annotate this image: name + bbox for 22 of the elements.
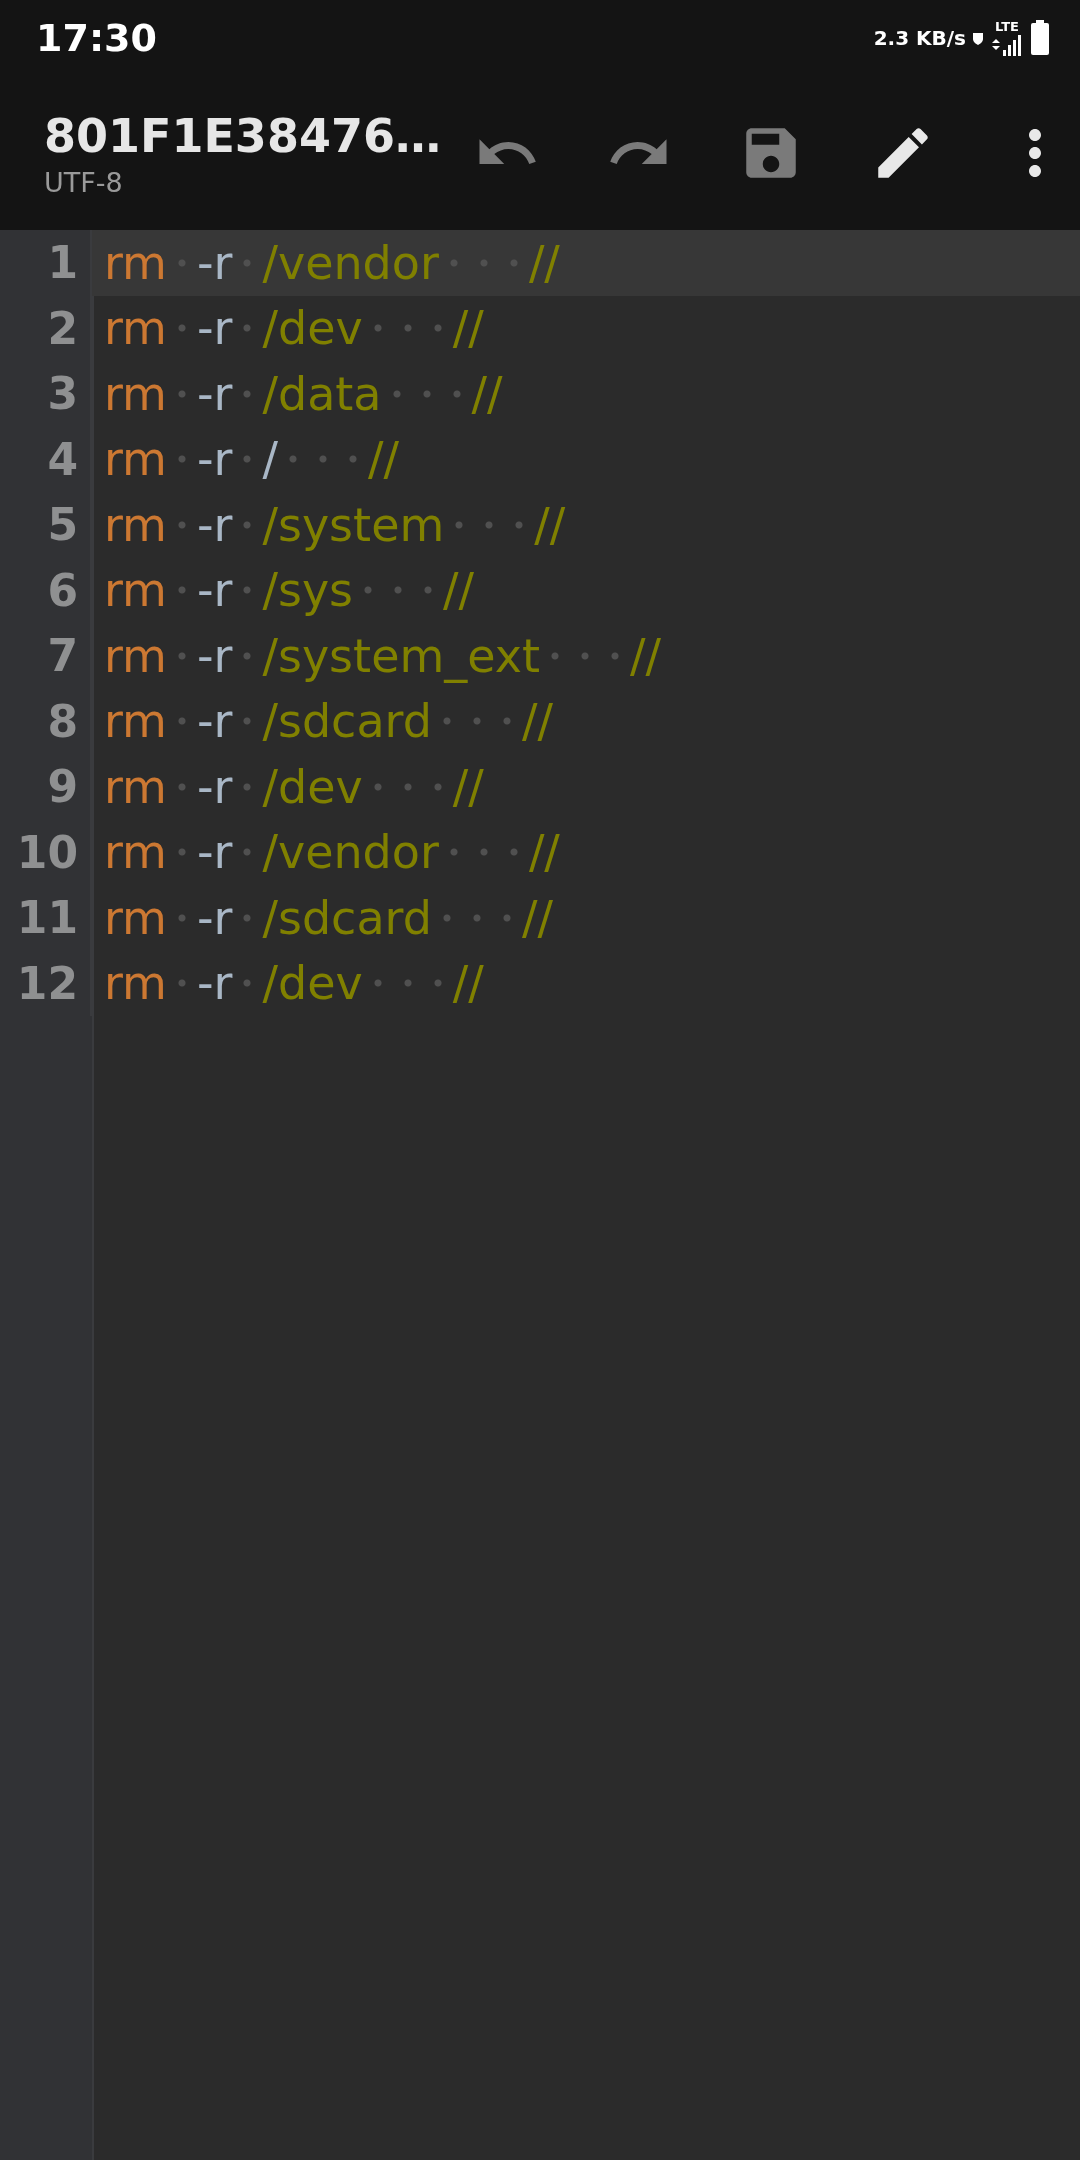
- encoding-label: UTF-8: [44, 166, 124, 198]
- code-line: rm -r / //: [104, 432, 399, 487]
- shield-icon: [972, 31, 984, 45]
- code-line: rm -r /vendor //: [104, 235, 560, 290]
- code-line: rm -r /sys //: [104, 563, 475, 618]
- code-line: rm -r /dev //: [104, 301, 484, 356]
- more-icon: [1027, 129, 1042, 177]
- code-line: rm -r /sdcard //: [104, 694, 553, 749]
- code-line: rm -r /system //: [104, 497, 566, 552]
- signal-icon: [990, 34, 1024, 56]
- code-line: rm -r /data //: [104, 366, 503, 421]
- file-title: 801F1E38476…: [44, 108, 441, 163]
- status-time: 17:30: [36, 16, 158, 60]
- code-line: rm -r /dev //: [104, 759, 484, 814]
- code-line: rm -r /vendor //: [104, 825, 560, 880]
- code-line: rm -r /system_ext //: [104, 628, 661, 683]
- code-line: rm -r /sdcard //: [104, 890, 553, 945]
- code-line: rm -r /dev //: [104, 956, 484, 1011]
- line-number: 1: [0, 230, 92, 296]
- battery-icon: [1030, 20, 1050, 56]
- network-type: LTE: [995, 20, 1019, 34]
- network-speed: 2.3 KB/s: [873, 26, 966, 50]
